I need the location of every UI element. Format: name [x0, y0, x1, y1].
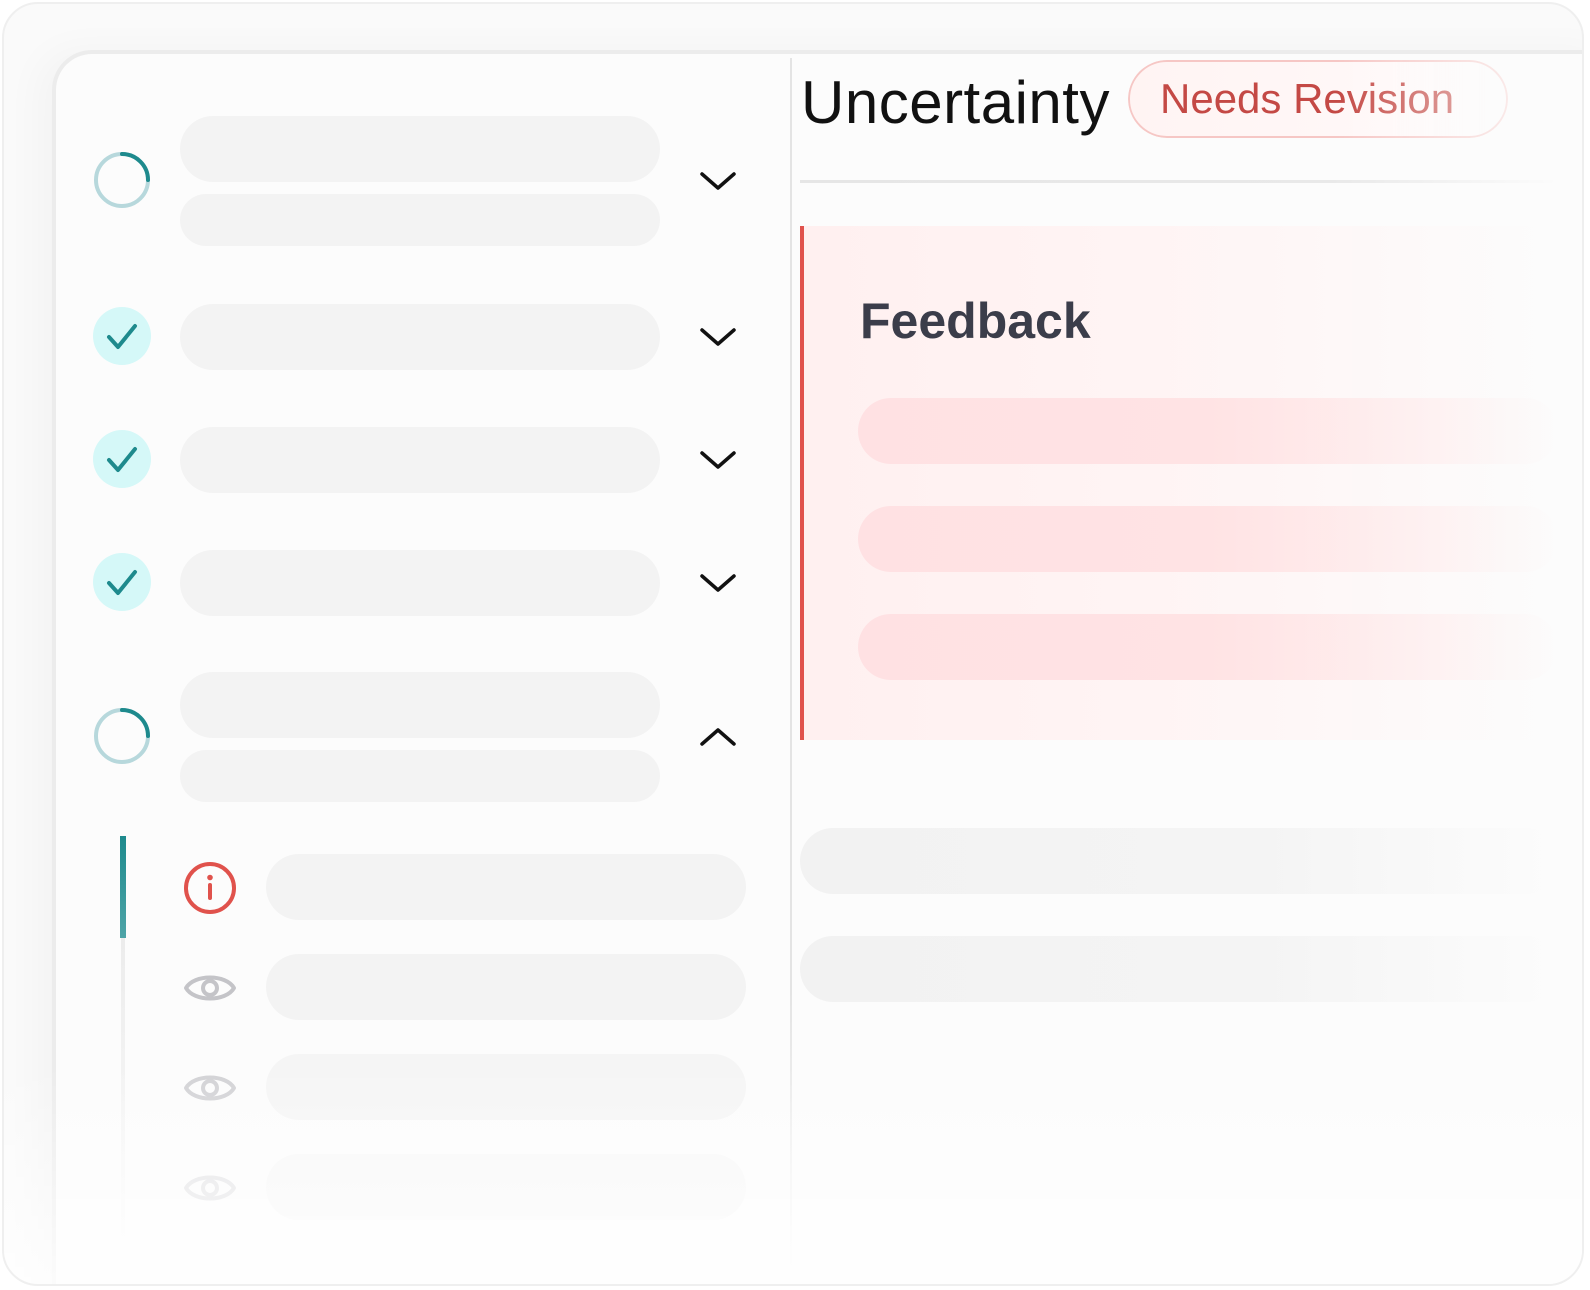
step-title-placeholder	[180, 550, 660, 616]
eye-icon	[184, 1075, 236, 1101]
step-subtitle-placeholder	[180, 194, 660, 246]
check-icon	[93, 430, 151, 488]
app-card: Uncertainty Needs Revision Feedback	[2, 2, 1584, 1286]
track-line	[121, 938, 125, 1268]
chevron-down-icon[interactable]	[698, 445, 738, 475]
active-indicator	[120, 836, 126, 938]
step-subtitle-placeholder	[180, 750, 660, 802]
feedback-line-placeholder	[858, 398, 1558, 464]
feedback-panel: Feedback	[800, 226, 1560, 740]
status-badge: Needs Revision	[1128, 60, 1508, 138]
sub-item-placeholder	[266, 1054, 746, 1120]
check-icon	[93, 307, 151, 365]
info-icon	[184, 862, 236, 914]
feedback-line-placeholder	[858, 614, 1558, 680]
chevron-down-icon[interactable]	[698, 322, 738, 352]
eye-icon	[184, 975, 236, 1001]
step-title-placeholder	[180, 304, 660, 370]
page-title: Uncertainty	[801, 69, 1110, 136]
feedback-heading: Feedback	[860, 293, 1091, 349]
feedback-line-placeholder	[858, 506, 1558, 572]
panel-divider	[790, 58, 792, 1284]
sub-item-placeholder	[266, 954, 746, 1020]
progress-ring-icon	[94, 708, 150, 764]
check-icon	[93, 553, 151, 611]
chevron-down-icon[interactable]	[698, 166, 738, 196]
step-title-placeholder	[180, 427, 660, 493]
chevron-down-icon[interactable]	[698, 568, 738, 598]
step-title-placeholder	[180, 116, 660, 182]
content-line-placeholder	[800, 936, 1560, 1002]
title-divider	[800, 180, 1560, 183]
sub-item-placeholder	[266, 1154, 746, 1220]
content-line-placeholder	[800, 828, 1560, 894]
eye-icon	[184, 1175, 236, 1201]
chevron-up-icon[interactable]	[698, 722, 738, 752]
progress-ring-icon	[94, 152, 150, 208]
step-title-placeholder	[180, 672, 660, 738]
sub-item-placeholder	[266, 854, 746, 920]
